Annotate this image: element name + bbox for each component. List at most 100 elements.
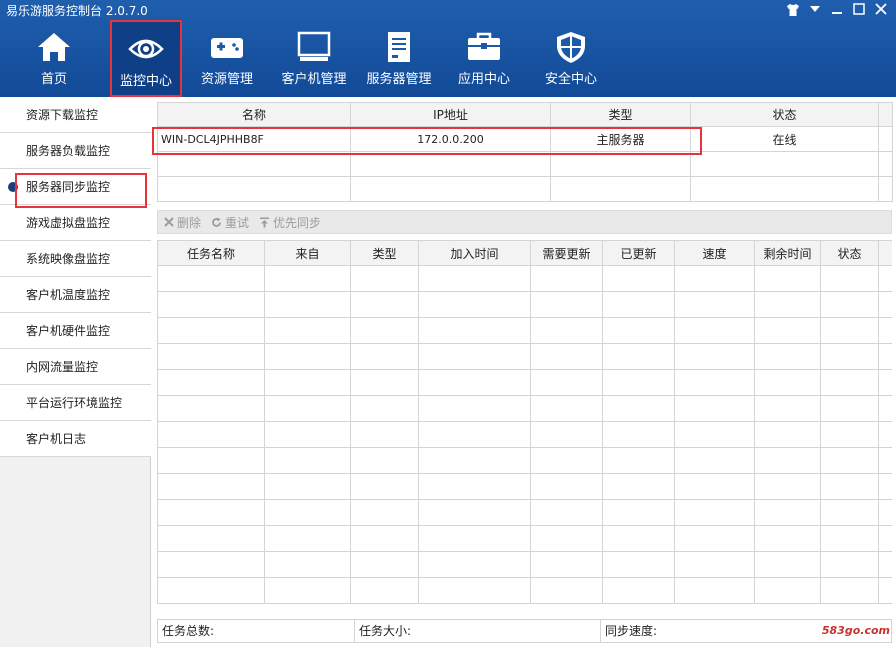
sidebar-item-resource-download[interactable]: 资源下载监控 bbox=[0, 97, 151, 133]
table-cell bbox=[674, 577, 755, 604]
dropdown-icon[interactable] bbox=[806, 3, 824, 19]
table-row[interactable]: WIN-DCL4JPHHB8F 172.0.0.200 主服务器 在线 bbox=[157, 126, 893, 152]
task-toolbar: 删除 重试 优先同步 bbox=[157, 210, 892, 234]
column-header-type[interactable]: 类型 bbox=[550, 102, 691, 127]
task-table-container[interactable]: 任务名称 来自 类型 加入时间 需要更新 已更新 速度 剩余时间 状态 bbox=[157, 240, 892, 612]
table-cell bbox=[157, 395, 265, 422]
table-row bbox=[157, 317, 892, 344]
table-cell bbox=[754, 265, 821, 292]
shirt-icon[interactable] bbox=[784, 3, 802, 19]
table-row bbox=[157, 499, 892, 526]
table-row bbox=[157, 265, 892, 292]
sidebar-item-platform-environment[interactable]: 平台运行环境监控 bbox=[0, 385, 151, 421]
table-row bbox=[157, 421, 892, 448]
table-cell bbox=[530, 343, 603, 370]
column-header-type[interactable]: 类型 bbox=[350, 240, 419, 266]
table-cell bbox=[602, 421, 675, 448]
table-row bbox=[157, 473, 892, 500]
sidebar-item-server-load[interactable]: 服务器负载监控 bbox=[0, 133, 151, 169]
nav-security-center[interactable]: 安全中心 bbox=[530, 20, 612, 97]
sidebar-item-lan-traffic[interactable]: 内网流量监控 bbox=[0, 349, 151, 385]
table-cell bbox=[157, 291, 265, 318]
column-header-need-update[interactable]: 需要更新 bbox=[530, 240, 603, 266]
table-row bbox=[157, 447, 892, 474]
table-cell bbox=[754, 317, 821, 344]
column-header-ip[interactable]: IP地址 bbox=[350, 102, 551, 127]
priority-sync-label: 优先同步 bbox=[273, 215, 322, 230]
sidebar-item-game-virtual-disk[interactable]: 游戏虚拟盘监控 bbox=[0, 205, 151, 241]
table-cell bbox=[820, 577, 879, 604]
table-cell bbox=[264, 447, 351, 474]
table-cell bbox=[264, 577, 351, 604]
sidebar-item-client-temperature[interactable]: 客户机温度监控 bbox=[0, 277, 151, 313]
nav-home[interactable]: 首页 bbox=[10, 20, 98, 97]
table-row bbox=[157, 151, 893, 177]
table-cell bbox=[350, 473, 419, 500]
table-cell bbox=[754, 473, 821, 500]
table-cell bbox=[264, 551, 351, 578]
table-cell bbox=[418, 499, 531, 526]
close-icon[interactable] bbox=[872, 3, 890, 19]
nav-monitor-center[interactable]: 监控中心 bbox=[110, 20, 182, 97]
column-header-added-time[interactable]: 加入时间 bbox=[418, 240, 531, 266]
sidebar-item-client-log[interactable]: 客户机日志 bbox=[0, 421, 151, 457]
table-cell bbox=[820, 395, 879, 422]
minimize-icon[interactable] bbox=[828, 3, 846, 19]
nav-label: 应用中心 bbox=[457, 72, 510, 87]
column-header-speed[interactable]: 速度 bbox=[674, 240, 755, 266]
sidebar-item-system-image-disk[interactable]: 系统映像盘监控 bbox=[0, 241, 151, 277]
maximize-icon[interactable] bbox=[850, 3, 868, 19]
table-cell bbox=[350, 395, 419, 422]
sidebar-item-label: 客户机硬件监控 bbox=[26, 324, 111, 338]
nav-client-management[interactable]: 客户机管理 bbox=[272, 20, 356, 97]
column-header-spacer bbox=[878, 240, 892, 266]
retry-button[interactable]: 重试 bbox=[211, 214, 249, 231]
table-cell bbox=[878, 551, 892, 578]
table-row bbox=[157, 176, 893, 202]
table-row bbox=[157, 577, 892, 604]
nav-app-center[interactable]: 应用中心 bbox=[444, 20, 524, 97]
sidebar-item-label: 内网流量监控 bbox=[26, 360, 99, 374]
sidebar-item-server-sync[interactable]: 服务器同步监控 bbox=[0, 169, 151, 205]
nav-server-management[interactable]: 服务器管理 bbox=[360, 20, 438, 97]
table-cell bbox=[350, 499, 419, 526]
table-cell bbox=[674, 317, 755, 344]
column-header-name[interactable]: 名称 bbox=[157, 102, 351, 127]
column-header-status[interactable]: 状态 bbox=[820, 240, 879, 266]
table-row bbox=[157, 551, 892, 578]
column-header-updated[interactable]: 已更新 bbox=[602, 240, 675, 266]
server-name-cell: WIN-DCL4JPHHB8F bbox=[157, 126, 351, 152]
table-cell bbox=[754, 551, 821, 578]
server-type-cell: 主服务器 bbox=[550, 126, 691, 152]
column-header-task-name[interactable]: 任务名称 bbox=[157, 240, 265, 266]
table-cell bbox=[674, 265, 755, 292]
table-cell bbox=[530, 473, 603, 500]
nav-label: 首页 bbox=[40, 72, 67, 87]
priority-sync-button[interactable]: 优先同步 bbox=[259, 214, 321, 231]
column-header-from[interactable]: 来自 bbox=[264, 240, 351, 266]
delete-label: 删除 bbox=[177, 215, 202, 230]
table-cell bbox=[674, 499, 755, 526]
delete-button[interactable]: 删除 bbox=[164, 214, 201, 231]
table-cell bbox=[264, 499, 351, 526]
sidebar-item-client-hardware[interactable]: 客户机硬件监控 bbox=[0, 313, 151, 349]
task-table: 任务名称 来自 类型 加入时间 需要更新 已更新 速度 剩余时间 状态 bbox=[157, 240, 892, 604]
column-header-remaining-time[interactable]: 剩余时间 bbox=[754, 240, 821, 266]
table-cell bbox=[264, 473, 351, 500]
table-cell bbox=[157, 577, 265, 604]
table-cell bbox=[674, 473, 755, 500]
table-cell bbox=[264, 291, 351, 318]
nav-resource-management[interactable]: 资源管理 bbox=[186, 20, 268, 97]
table-cell bbox=[264, 265, 351, 292]
column-header-status[interactable]: 状态 bbox=[690, 102, 879, 127]
table-cell bbox=[157, 499, 265, 526]
nav-label: 客户机管理 bbox=[281, 72, 347, 87]
table-cell bbox=[350, 291, 419, 318]
table-cell bbox=[878, 473, 892, 500]
table-cell bbox=[530, 551, 603, 578]
document-icon bbox=[388, 32, 410, 62]
active-dot-icon bbox=[8, 182, 18, 192]
column-header-spacer bbox=[878, 102, 893, 127]
table-cell bbox=[350, 265, 419, 292]
table-cell bbox=[157, 473, 265, 500]
